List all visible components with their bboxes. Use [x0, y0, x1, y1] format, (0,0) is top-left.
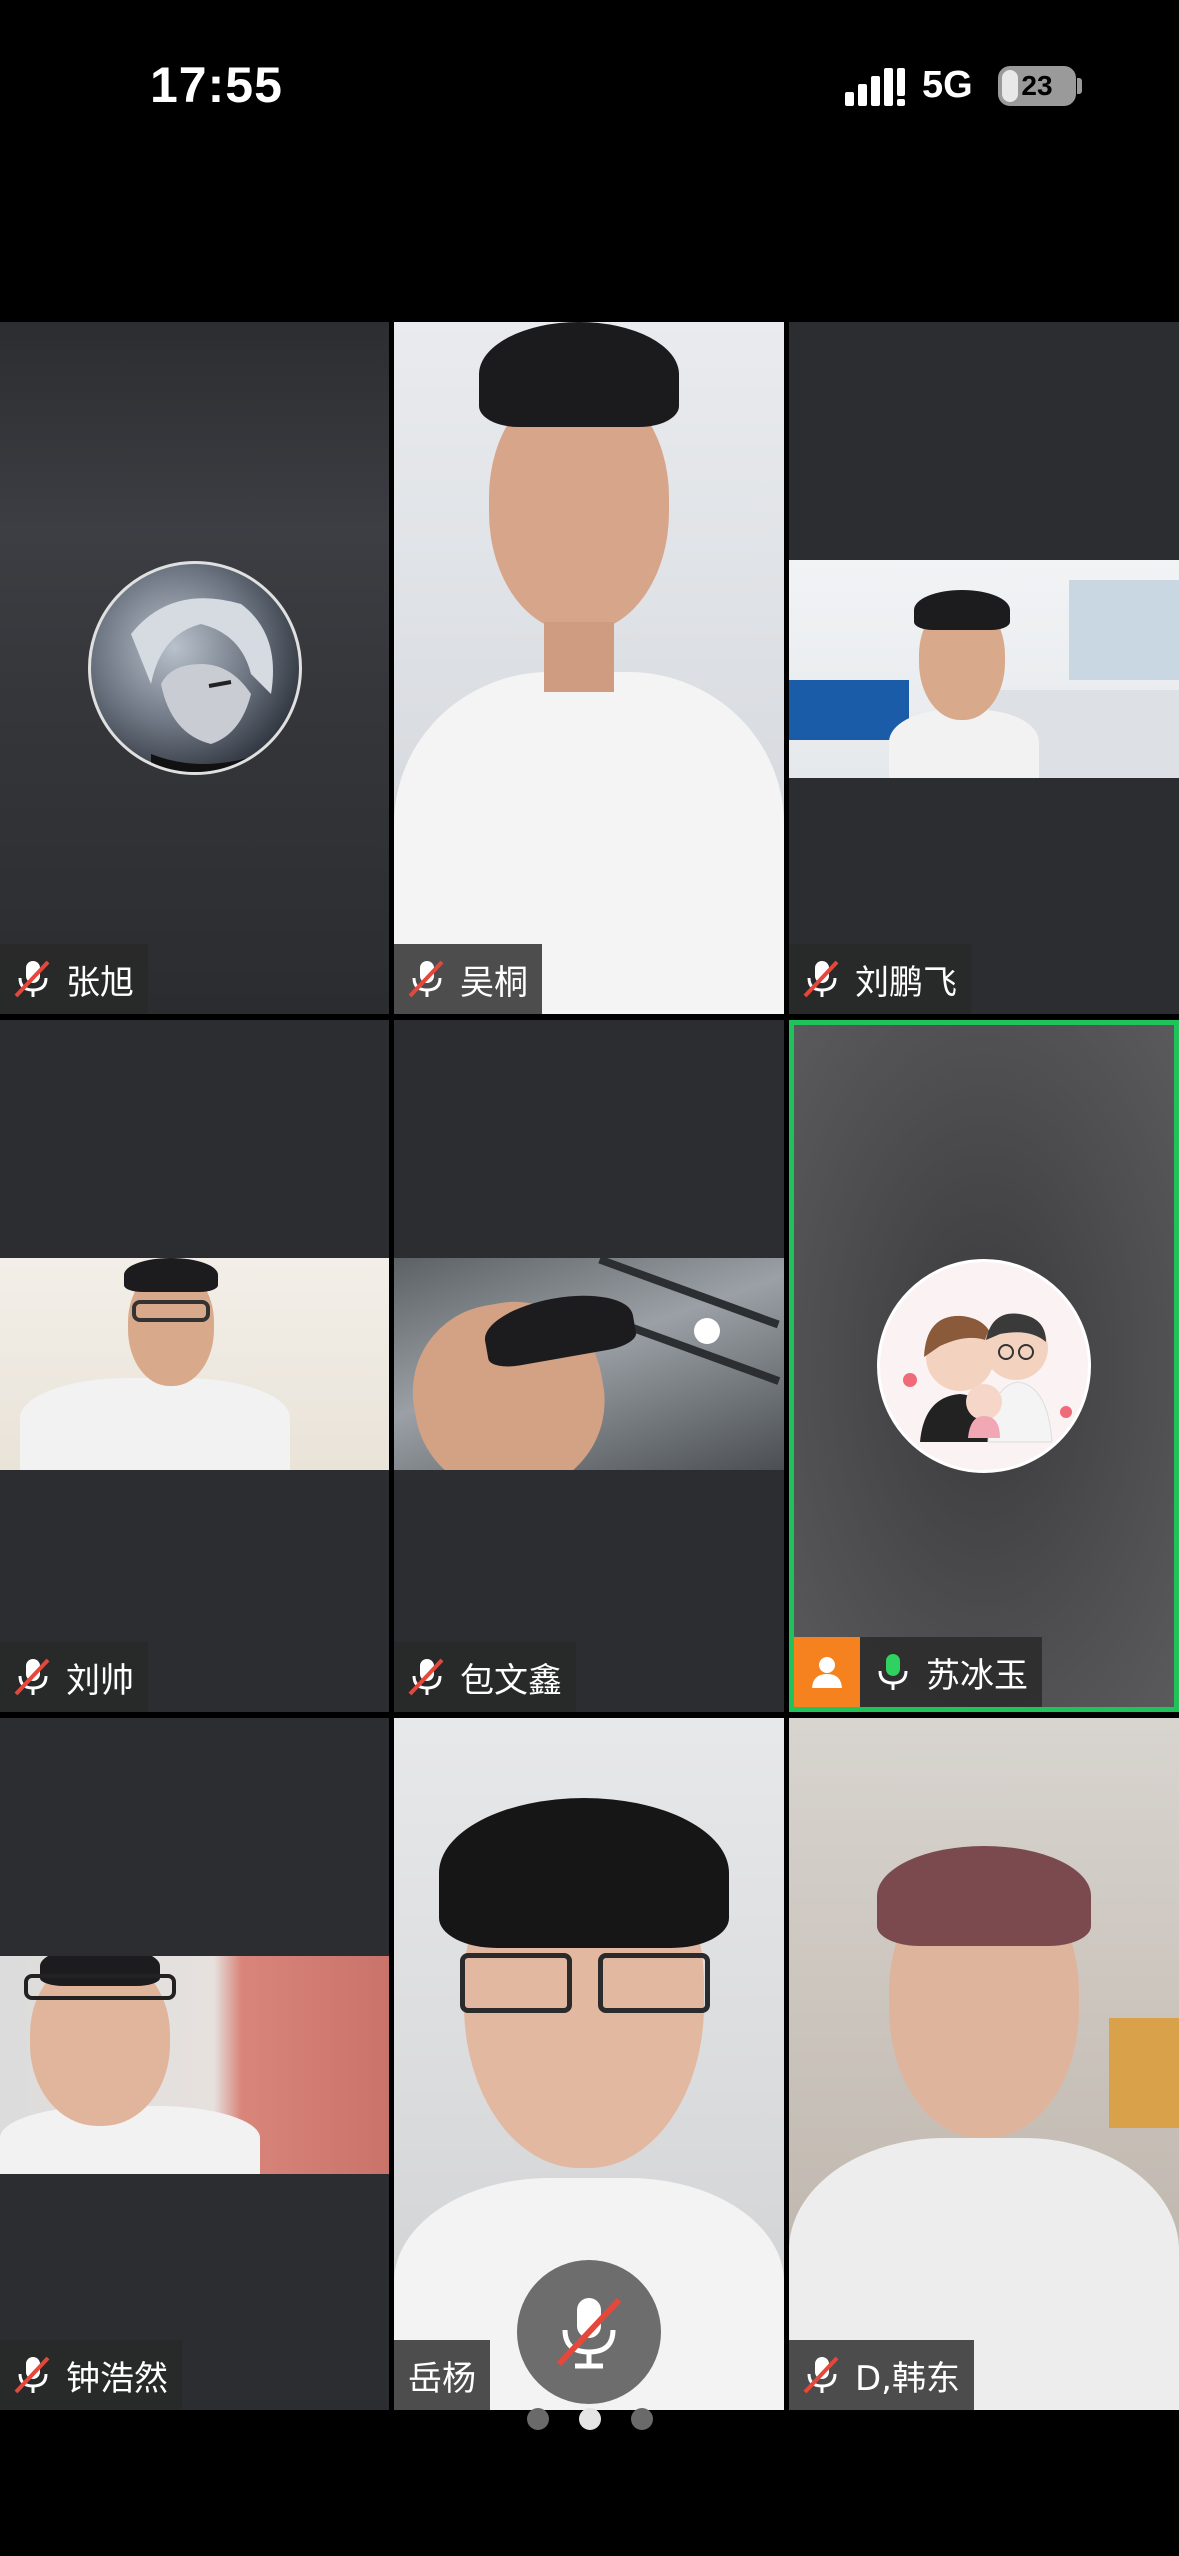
participant-video: [789, 560, 1179, 778]
participant-video: [789, 1718, 1179, 2410]
participant-avatar: [87, 561, 302, 775]
muted-mic-icon: [803, 960, 839, 998]
participant-video: [394, 322, 784, 1014]
participant-tile[interactable]: D,韩东: [789, 1718, 1179, 2410]
muted-mic-icon: [14, 1658, 50, 1696]
page-dot[interactable]: [526, 2408, 549, 2430]
participant-name-tag: 刘鹏飞: [789, 944, 971, 1014]
participant-tile[interactable]: 张旭: [0, 322, 389, 1014]
participant-name-tag: 刘帅: [0, 1642, 148, 1712]
participant-tile-active-speaker[interactable]: 苏冰玉: [789, 1020, 1179, 1712]
participant-video: [0, 1258, 389, 1470]
status-bar: 17:55 5G 23: [0, 0, 1179, 180]
participant-video: [0, 1956, 389, 2174]
participant-name-tag: 钟浩然: [0, 2340, 182, 2410]
page-dot[interactable]: [630, 2408, 653, 2430]
microphone-icon: [878, 1654, 908, 1690]
participant-tile[interactable]: 刘帅: [0, 1020, 389, 1712]
battery-level: 23: [1021, 70, 1053, 101]
muted-mic-icon: [14, 2356, 50, 2394]
battery-icon: 23: [998, 66, 1076, 106]
participant-tile[interactable]: 刘鹏飞: [789, 322, 1179, 1014]
person-icon: [812, 1657, 842, 1688]
participant-name-tag: D,韩东: [789, 2340, 974, 2410]
muted-mic-icon: [408, 960, 444, 998]
participant-name: D,韩东: [855, 2358, 960, 2399]
page-dot-current[interactable]: [578, 2408, 601, 2430]
participant-name-tag: 张旭: [0, 944, 148, 1014]
muted-mic-icon: [408, 1658, 444, 1696]
participant-tile[interactable]: 包文鑫: [394, 1020, 784, 1712]
participant-name: 包文鑫: [460, 1660, 562, 1701]
muted-mic-icon: [803, 2356, 839, 2394]
participant-name: 刘鹏飞: [855, 962, 957, 1003]
participant-name: 苏冰玉: [926, 1655, 1028, 1696]
participant-name: 刘帅: [66, 1660, 134, 1701]
host-badge: [794, 1637, 860, 1707]
muted-mic-icon: [14, 960, 50, 998]
participant-name: 钟浩然: [66, 2358, 168, 2399]
participant-name: 张旭: [66, 962, 134, 1003]
participant-tile[interactable]: 吴桐: [394, 322, 784, 1014]
battery-fill: [1002, 70, 1018, 102]
signal-bars-icon: [845, 68, 905, 106]
participant-name: 岳杨: [408, 2358, 476, 2399]
muted-microphone-icon: [556, 2297, 622, 2369]
network-type: 5G: [922, 64, 973, 106]
participant-tile[interactable]: 钟浩然: [0, 1718, 389, 2410]
participant-name-tag: 包文鑫: [394, 1642, 576, 1712]
participant-name-tag: 岳杨: [394, 2340, 490, 2410]
battery-nub: [1077, 78, 1082, 94]
participant-grid: 张旭 吴桐 刘鹏飞 刘帅 包文鑫 苏冰玉 钟浩然 岳杨 D,韩东: [0, 322, 1179, 2410]
participant-name-tag: 吴桐: [394, 944, 542, 1014]
page-indicator[interactable]: [0, 2408, 1179, 2432]
participant-name-tag: 苏冰玉: [860, 1637, 1042, 1707]
status-time: 17:55: [150, 57, 283, 113]
mute-toggle-button[interactable]: [517, 2260, 661, 2404]
participant-name: 吴桐: [460, 962, 528, 1003]
participant-avatar: [877, 1259, 1091, 1473]
participant-video: [394, 1258, 784, 1470]
